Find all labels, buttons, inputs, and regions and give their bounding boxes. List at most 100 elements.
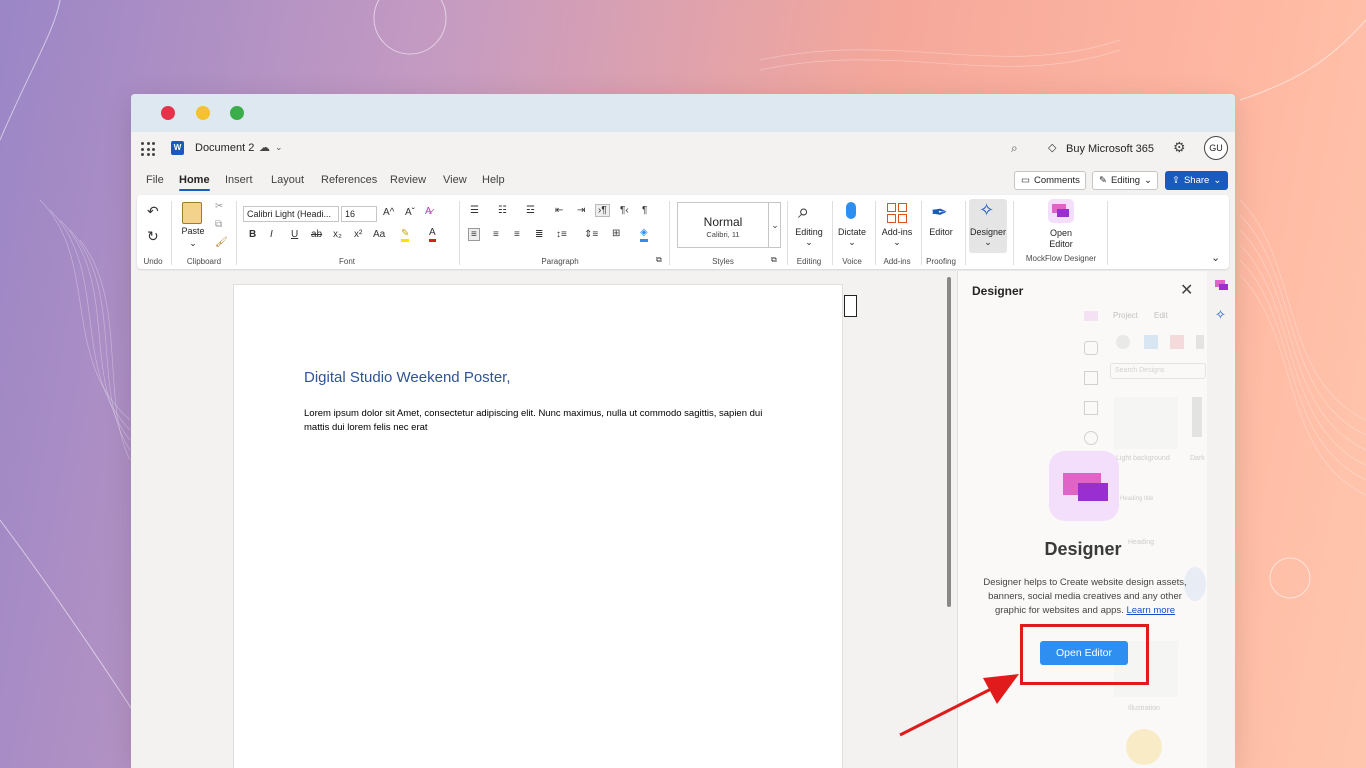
rtl-direction-icon[interactable]: ¶‹ (620, 205, 629, 216)
font-group-label: Font (338, 257, 355, 266)
close-icon[interactable]: ✕ (1180, 280, 1193, 300)
strikethrough-icon[interactable]: ab (311, 229, 322, 240)
designer-button[interactable]: ✧ Designer ⌄ (969, 199, 1007, 253)
chevron-down-icon: ⌄ (1144, 175, 1152, 186)
tab-references[interactable]: References (321, 174, 377, 186)
paragraph-group-label: Paragraph (541, 257, 579, 266)
align-left-icon[interactable]: ≡ (468, 228, 480, 241)
line-spacing-icon[interactable]: ↕≡ (556, 229, 567, 240)
comment-icon: ▭ (1021, 175, 1030, 186)
buy-microsoft-365-link[interactable]: Buy Microsoft 365 (1066, 143, 1154, 155)
document-page[interactable]: Digital Studio Weekend Poster, Lorem ips… (233, 284, 857, 768)
editor-button-label: Editor (929, 227, 953, 237)
increase-indent-icon[interactable]: ⇥ (577, 205, 585, 216)
magic-wand-icon[interactable]: ✧ (1215, 307, 1226, 323)
ltr-direction-icon[interactable]: ›¶ (595, 204, 610, 217)
clipboard-group-label: Clipboard (186, 257, 222, 266)
clipboard-icon (182, 202, 202, 224)
bullets-icon[interactable]: ☰ (470, 205, 479, 216)
app-launcher-icon[interactable] (141, 142, 155, 156)
open-editor-ribbon-line1: Open (1049, 228, 1073, 238)
search-icon: ⌕ (798, 201, 810, 223)
search-icon[interactable]: ⌕ (1011, 141, 1018, 156)
editing-button[interactable]: ⌕ Editing ⌄ (792, 201, 826, 253)
close-window-button[interactable] (161, 106, 175, 120)
sync-status-icon[interactable]: ☁ (259, 141, 270, 154)
open-editor-ribbon-button[interactable]: Open Editor (1041, 199, 1081, 251)
change-case-icon[interactable]: Aa (373, 229, 385, 240)
paste-button[interactable]: Paste ⌄ (179, 201, 207, 253)
tab-home[interactable]: Home (179, 174, 210, 191)
copy-icon[interactable]: ⧉ (215, 219, 222, 230)
justify-icon[interactable]: ≣ (535, 229, 543, 240)
highlight-annotation-box (1020, 624, 1149, 685)
decrease-indent-icon[interactable]: ⇤ (555, 205, 563, 216)
shading-icon[interactable]: ◈ (640, 227, 648, 242)
tab-insert[interactable]: Insert (225, 174, 253, 186)
tab-review[interactable]: Review (390, 174, 426, 186)
clear-formatting-icon[interactable]: A̷ (425, 206, 432, 217)
underline-icon[interactable]: U (291, 229, 298, 240)
font-color-icon[interactable]: A (429, 227, 436, 242)
mockflow-designer-icon[interactable] (1215, 280, 1229, 291)
borders-icon[interactable]: ⊞ (612, 228, 620, 239)
editing-mode-label: Editing (1110, 175, 1141, 186)
superscript-icon[interactable]: x² (354, 229, 362, 240)
multilevel-list-icon[interactable]: ☲ (526, 205, 535, 216)
undo-icon[interactable]: ↶ (147, 203, 159, 220)
add-ins-button[interactable]: Add-ins ⌄ (879, 201, 915, 253)
tab-layout[interactable]: Layout (271, 174, 304, 186)
magic-wand-icon: ✧ (979, 200, 995, 220)
ghost-tab-edit: Edit (1154, 311, 1168, 320)
bold-icon[interactable]: B (249, 229, 256, 240)
settings-gear-icon[interactable]: ⚙ (1173, 139, 1186, 156)
add-ins-grid-icon (887, 203, 907, 223)
styles-gallery[interactable]: Normal Calibri, 11 ⌄ (677, 202, 781, 248)
align-right-icon[interactable]: ≡ (514, 229, 520, 240)
open-editor-ribbon-line2: Editor (1049, 239, 1073, 249)
editor-button[interactable]: ✒ Editor (924, 201, 958, 253)
shrink-font-icon[interactable]: Aˇ (405, 207, 415, 218)
minimize-window-button[interactable] (196, 106, 210, 120)
align-center-icon[interactable]: ≡ (493, 229, 499, 240)
document-body-text[interactable]: Lorem ipsum dolor sit Amet, consectetur … (304, 407, 774, 435)
font-name-select[interactable]: Calibri Light (Headi... (243, 206, 339, 222)
comments-button[interactable]: ▭ Comments (1014, 171, 1086, 190)
tab-view[interactable]: View (443, 174, 467, 186)
dialog-launcher-icon[interactable]: ⧉ (771, 255, 777, 265)
document-heading[interactable]: Digital Studio Weekend Poster, (304, 369, 511, 386)
proofing-group-label: Proofing (926, 257, 956, 266)
subscript-icon[interactable]: x₂ (333, 229, 342, 240)
tab-help[interactable]: Help (482, 174, 505, 186)
chevron-down-icon[interactable]: ⌄ (768, 203, 781, 247)
title-bar (131, 94, 1235, 132)
ribbon-collapse-chevron-icon[interactable]: ⌄ (1211, 251, 1220, 264)
chevron-down-icon[interactable]: ⌄ (275, 142, 283, 153)
font-size-select[interactable]: 16 (341, 206, 377, 222)
learn-more-link[interactable]: Learn more (1126, 605, 1175, 616)
designer-description: Designer helps to Create website design … (974, 576, 1196, 618)
format-painter-icon[interactable]: 🖌 (215, 237, 228, 248)
editing-mode-button[interactable]: ✎ Editing ⌄ (1092, 171, 1158, 190)
dialog-launcher-icon[interactable]: ⧉ (656, 255, 662, 265)
cut-icon[interactable]: ✂ (215, 201, 223, 212)
ghost-search-placeholder: Search Designs (1115, 367, 1165, 374)
avatar[interactable]: GU (1204, 136, 1228, 160)
app-bar: W Document 2 ☁ ⌄ ⌕ ◇ Buy Microsoft 365 ⚙… (131, 132, 1235, 164)
highlight-color-icon[interactable]: ✎ (401, 228, 410, 242)
grow-font-icon[interactable]: A^ (383, 207, 394, 218)
paragraph-spacing-icon[interactable]: ⇕≡ (584, 229, 598, 240)
chevron-down-icon: ⌄ (1213, 175, 1222, 186)
show-marks-icon[interactable]: ¶ (642, 205, 647, 216)
tab-file[interactable]: File (146, 174, 164, 186)
dictate-button[interactable]: Dictate ⌄ (835, 201, 869, 253)
numbering-icon[interactable]: ☷ (498, 205, 507, 216)
redo-icon[interactable]: ↻ (147, 228, 159, 245)
zoom-window-button[interactable] (230, 106, 244, 120)
chevron-down-icon: ⌄ (984, 237, 992, 247)
italic-icon[interactable]: I (270, 229, 273, 240)
ribbon: ↶ ↻ Undo Paste ⌄ ✂ ⧉ 🖌 Clipboard Calibri… (137, 195, 1229, 269)
document-title[interactable]: Document 2 (195, 142, 254, 154)
share-button[interactable]: ⇪ Share ⌄ (1165, 171, 1228, 190)
document-scrollbar[interactable] (947, 277, 951, 607)
